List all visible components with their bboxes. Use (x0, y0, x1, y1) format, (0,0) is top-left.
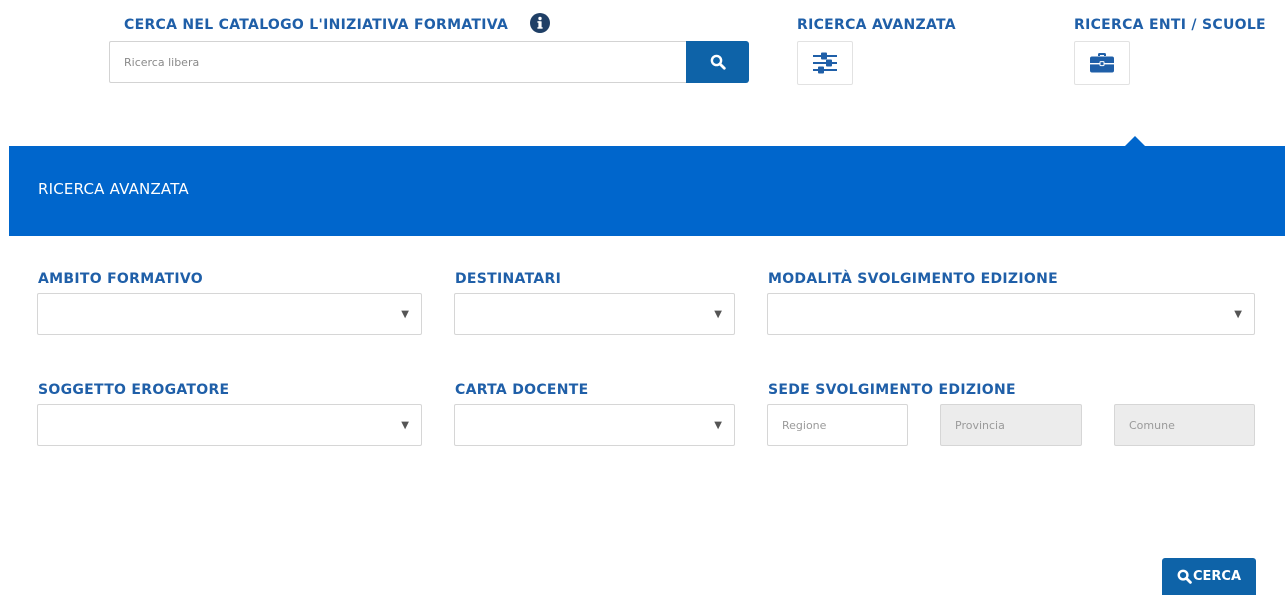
advanced-search-label: RICERCA AVANZATA (797, 17, 956, 33)
destinatari-label: DESTINATARI (455, 271, 562, 287)
search-button[interactable] (686, 41, 749, 83)
carta-docente-label: CARTA DOCENTE (455, 382, 589, 398)
entities-search-button[interactable] (1074, 41, 1130, 85)
destinatari-select[interactable]: ▼ (454, 293, 735, 335)
comune-input[interactable] (1114, 404, 1255, 446)
modalita-svolgimento-select[interactable]: ▼ (767, 293, 1255, 335)
catalog-search-label: CERCA NEL CATALOGO L'INIZIATIVA FORMATIV… (124, 17, 509, 33)
carta-docente-select[interactable]: ▼ (454, 404, 735, 446)
ambito-formativo-select[interactable]: ▼ (37, 293, 422, 335)
ambito-formativo-label: AMBITO FORMATIVO (38, 271, 203, 287)
search-input[interactable] (109, 41, 687, 83)
chevron-down-icon: ▼ (401, 420, 409, 431)
chevron-down-icon: ▼ (714, 420, 722, 431)
entities-search-label: RICERCA ENTI / SCUOLE (1074, 17, 1266, 33)
regione-input[interactable] (767, 404, 908, 446)
cerca-label: CERCA (1192, 569, 1242, 584)
advanced-search-button[interactable] (797, 41, 853, 85)
sliders-icon (813, 52, 837, 74)
search-icon (710, 54, 726, 70)
soggetto-erogatore-label: SOGGETTO EROGATORE (38, 382, 230, 398)
info-icon[interactable] (530, 13, 550, 37)
chevron-down-icon: ▼ (401, 309, 409, 320)
briefcase-icon (1090, 53, 1114, 73)
advanced-search-banner (9, 146, 1285, 236)
chevron-down-icon: ▼ (1234, 309, 1242, 320)
sede-svolgimento-label: SEDE SVOLGIMENTO EDIZIONE (768, 382, 1016, 398)
cerca-button[interactable]: CERCA (1162, 558, 1256, 595)
soggetto-erogatore-select[interactable]: ▼ (37, 404, 422, 446)
panel-title: RICERCA AVANZATA (38, 180, 189, 198)
chevron-down-icon: ▼ (714, 309, 722, 320)
search-icon (1177, 569, 1192, 584)
provincia-input[interactable] (940, 404, 1082, 446)
modalita-svolgimento-label: MODALITÀ SVOLGIMENTO EDIZIONE (768, 271, 1058, 287)
